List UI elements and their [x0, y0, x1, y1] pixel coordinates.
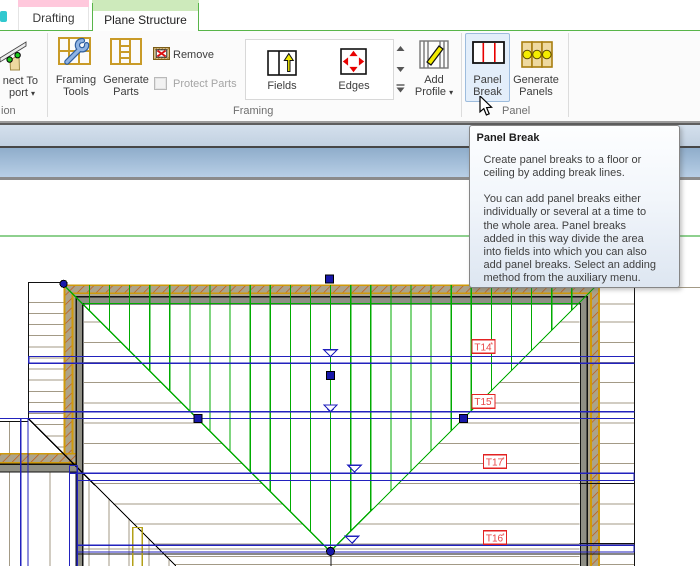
svg-text:*: *	[490, 342, 493, 349]
svg-text:*: *	[502, 457, 505, 464]
svg-text:*: *	[490, 397, 493, 404]
svg-text:*: *	[502, 533, 505, 540]
